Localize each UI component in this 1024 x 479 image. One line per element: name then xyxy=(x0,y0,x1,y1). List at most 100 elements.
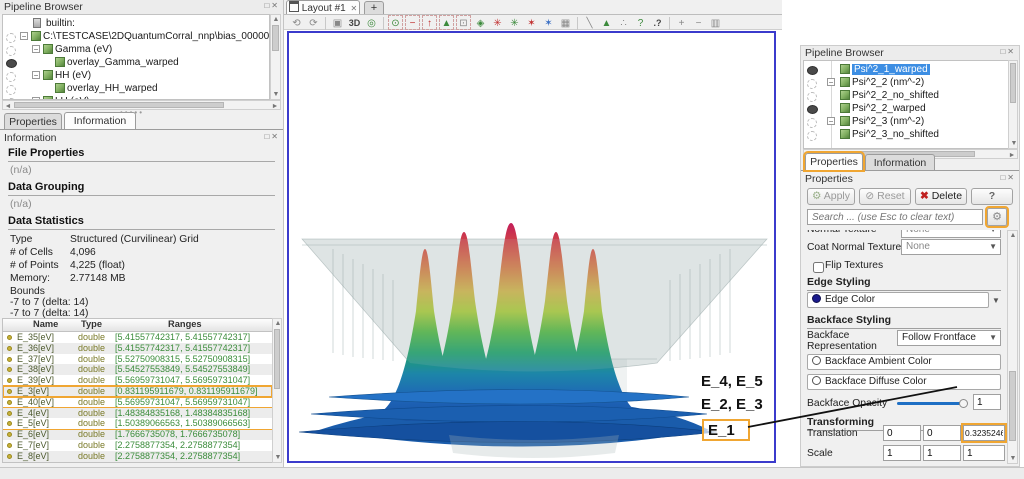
backface-opacity-field[interactable] xyxy=(973,394,1001,410)
visibility-eye-on-icon[interactable] xyxy=(6,59,17,68)
ruler-icon[interactable]: ╲ xyxy=(582,16,597,31)
scroll-left-icon[interactable]: ◄ xyxy=(3,102,13,111)
visibility-eye-on-icon[interactable] xyxy=(807,66,818,75)
visibility-eye-off-icon[interactable] xyxy=(6,33,16,43)
table-row[interactable]: E_38[eV]double[5.54527553849, 5.54527553… xyxy=(3,364,272,375)
pipeline-item-overlay-hh[interactable]: overlay_HH_warped xyxy=(3,82,269,95)
translation-z-field-highlighted[interactable] xyxy=(963,425,1005,441)
edge-color-dropdown-icon[interactable]: ▼ xyxy=(992,296,1000,305)
reset-camera-icon[interactable]: ◈ xyxy=(473,16,488,31)
pipeline-item-psi22-warped[interactable]: Psi^2_2_warped xyxy=(804,102,1009,115)
table-row[interactable]: E_37[eV]double[5.52750908315, 5.52750908… xyxy=(3,354,272,365)
visibility-eye-off-icon[interactable] xyxy=(6,46,16,56)
camera-redo-icon[interactable]: ⟳ xyxy=(306,16,321,31)
select-cells-query-icon[interactable]: ? xyxy=(633,16,648,31)
scrollbar-thumb[interactable] xyxy=(1010,63,1016,103)
pipeline-item-psi23[interactable]: − Psi^2_3 (nm^-2) xyxy=(804,115,1009,128)
scroll-right-icon[interactable]: ► xyxy=(270,102,280,111)
reset-camera-closest-icon[interactable]: ⊡ xyxy=(456,15,471,30)
table-vertical-scrollbar[interactable]: ▲ ▼ xyxy=(272,318,282,463)
scroll-down-icon[interactable]: ▼ xyxy=(271,90,281,99)
expander-icon[interactable]: − xyxy=(827,78,835,86)
flip-textures-checkbox[interactable] xyxy=(813,262,824,273)
pipeline-tree-right[interactable]: Psi^2_1_warped − Psi^2_2 (nm^-2) Psi^2_2… xyxy=(803,60,1010,149)
help-button[interactable]: ? xyxy=(971,188,1013,205)
rotate-clockwise-icon[interactable]: ✳ xyxy=(490,16,505,31)
table-row[interactable]: E_40[eV]double[5.56959731047, 5.56959731… xyxy=(3,397,272,408)
close-dock-icon[interactable]: ✕ xyxy=(1007,173,1016,182)
tab-properties-left[interactable]: Properties xyxy=(4,113,62,130)
zoom-to-data-icon[interactable]: ▲ xyxy=(439,15,454,30)
table-row[interactable]: E_4[eV]double[1.48384835168, 1.483848351… xyxy=(3,408,272,419)
pipeline-item-overlay-gamma[interactable]: overlay_Gamma_warped xyxy=(3,56,269,69)
table-row-highlighted-e3[interactable]: E_3[eV]double[0.831195911679, 0.83119591… xyxy=(3,386,272,397)
pipeline-item-psi22[interactable]: − Psi^2_2 (nm^-2) xyxy=(804,76,1009,89)
pipeline-item-gamma[interactable]: − Gamma (eV) xyxy=(3,43,269,56)
pipeline-item-builtin[interactable]: builtin: xyxy=(3,17,269,30)
camera-link-icon[interactable]: ▦ xyxy=(558,16,573,31)
select-cells-on-surface-icon[interactable]: ▲ xyxy=(599,16,614,31)
reset-button[interactable]: ⊘ Reset xyxy=(859,188,911,205)
table-row[interactable]: E_9[eV]double[2.82770080152, 2.827700801… xyxy=(3,462,272,463)
scale-x-field[interactable] xyxy=(883,445,921,461)
visibility-eye-off-icon[interactable] xyxy=(6,85,16,95)
camera-undo-icon[interactable]: ⟲ xyxy=(289,16,304,31)
translation-y-field[interactable] xyxy=(923,425,961,441)
translation-x-field[interactable] xyxy=(883,425,921,441)
scrollbar-thumb[interactable] xyxy=(272,25,279,51)
apply-button[interactable]: ⚙ Apply xyxy=(807,188,855,205)
coat-normal-texture-combo[interactable]: None▼ xyxy=(901,239,1001,255)
pipeline-item-psi21-warped[interactable]: Psi^2_1_warped xyxy=(804,63,1009,76)
close-tab-icon[interactable]: ✕ xyxy=(351,4,358,13)
table-header[interactable]: Name Type Ranges xyxy=(3,319,272,332)
pipeline-browser-title-right[interactable]: Pipeline Browser xyxy=(801,46,1019,60)
table-row[interactable]: E_35[eV]double[5.41557742317, 5.41557742… xyxy=(3,332,272,343)
table-row[interactable]: E_5[eV]double[1.50389066563, 1.503890665… xyxy=(3,418,272,429)
normal-texture-combo[interactable]: None▼ xyxy=(901,230,1001,238)
visibility-eye-on-icon[interactable] xyxy=(807,105,818,114)
properties-vertical-scrollbar[interactable]: ▲ ▼ xyxy=(1007,230,1018,464)
scroll-up-icon[interactable]: ▲ xyxy=(271,15,281,24)
tab-layout1[interactable]: Layout #1 ✕ xyxy=(286,0,360,14)
visibility-eye-off-icon[interactable] xyxy=(807,118,817,128)
pipeline-item-hh[interactable]: − HH (eV) xyxy=(3,69,269,82)
pipeline-tree[interactable]: builtin: − C:\TESTCASE\2DQuantumCorral_n… xyxy=(2,14,270,100)
tab-information-left[interactable]: Information xyxy=(64,112,136,129)
scale-y-field[interactable] xyxy=(923,445,961,461)
backface-opacity-slider[interactable] xyxy=(897,402,965,405)
new-layout-tab-button[interactable]: + xyxy=(364,1,384,14)
pick-center-icon[interactable]: ↑ xyxy=(422,15,437,30)
close-dock-icon[interactable]: ✕ xyxy=(1007,47,1016,56)
zoom-to-box-icon[interactable]: ◎ xyxy=(364,16,379,31)
expander-icon[interactable]: − xyxy=(32,45,40,53)
tree-vertical-scrollbar[interactable]: ▲ ▼ xyxy=(270,14,281,100)
backface-representation-combo[interactable]: Follow Frontface▼ xyxy=(897,330,1001,346)
delete-button[interactable]: ✖ Delete xyxy=(915,188,967,205)
close-dock-icon[interactable]: ✕ xyxy=(271,132,280,141)
visibility-eye-off-icon[interactable] xyxy=(6,72,16,82)
scrollbar-thumb[interactable] xyxy=(14,102,224,108)
visibility-eye-off-icon[interactable] xyxy=(807,131,817,141)
capture-screenshot-icon[interactable]: ▣ xyxy=(330,16,345,31)
toggle-2d3d-button[interactable]: 3D xyxy=(347,16,362,31)
rotate-counterclockwise-icon[interactable]: ✳ xyxy=(507,16,522,31)
scroll-up-icon[interactable]: ▲ xyxy=(273,319,283,328)
hide-center-axes-icon[interactable]: − xyxy=(405,15,420,30)
scroll-right-icon[interactable]: ► xyxy=(1007,151,1017,160)
scroll-down-icon[interactable]: ▼ xyxy=(273,453,283,462)
scroll-down-icon[interactable]: ▼ xyxy=(1008,454,1018,463)
visibility-eye-off-icon[interactable] xyxy=(807,79,817,89)
reset-session-icon[interactable]: ✶ xyxy=(524,16,539,31)
close-dock-icon[interactable]: ✕ xyxy=(271,1,280,10)
data-arrays-table[interactable]: Name Type Ranges E_35[eV]double[5.415577… xyxy=(2,318,273,463)
tab-information-right[interactable]: Information xyxy=(865,154,935,171)
pipeline-item-psi23-no-shifted[interactable]: Psi^2_3_no_shifted xyxy=(804,128,1009,141)
grow-selection-icon[interactable]: + xyxy=(674,16,689,31)
table-row[interactable]: E_8[eV]double[2.2758877354, 2.2758877354… xyxy=(3,451,272,462)
search-input[interactable] xyxy=(807,209,983,225)
select-points-on-surface-icon[interactable]: ∴ xyxy=(616,16,631,31)
scroll-up-icon[interactable]: ▲ xyxy=(1008,231,1018,240)
backface-ambient-color-button[interactable]: Backface Ambient Color xyxy=(807,354,1001,370)
select-points-query-icon[interactable]: .? xyxy=(650,16,665,31)
backface-diffuse-color-button[interactable]: Backface Diffuse Color xyxy=(807,374,1001,390)
